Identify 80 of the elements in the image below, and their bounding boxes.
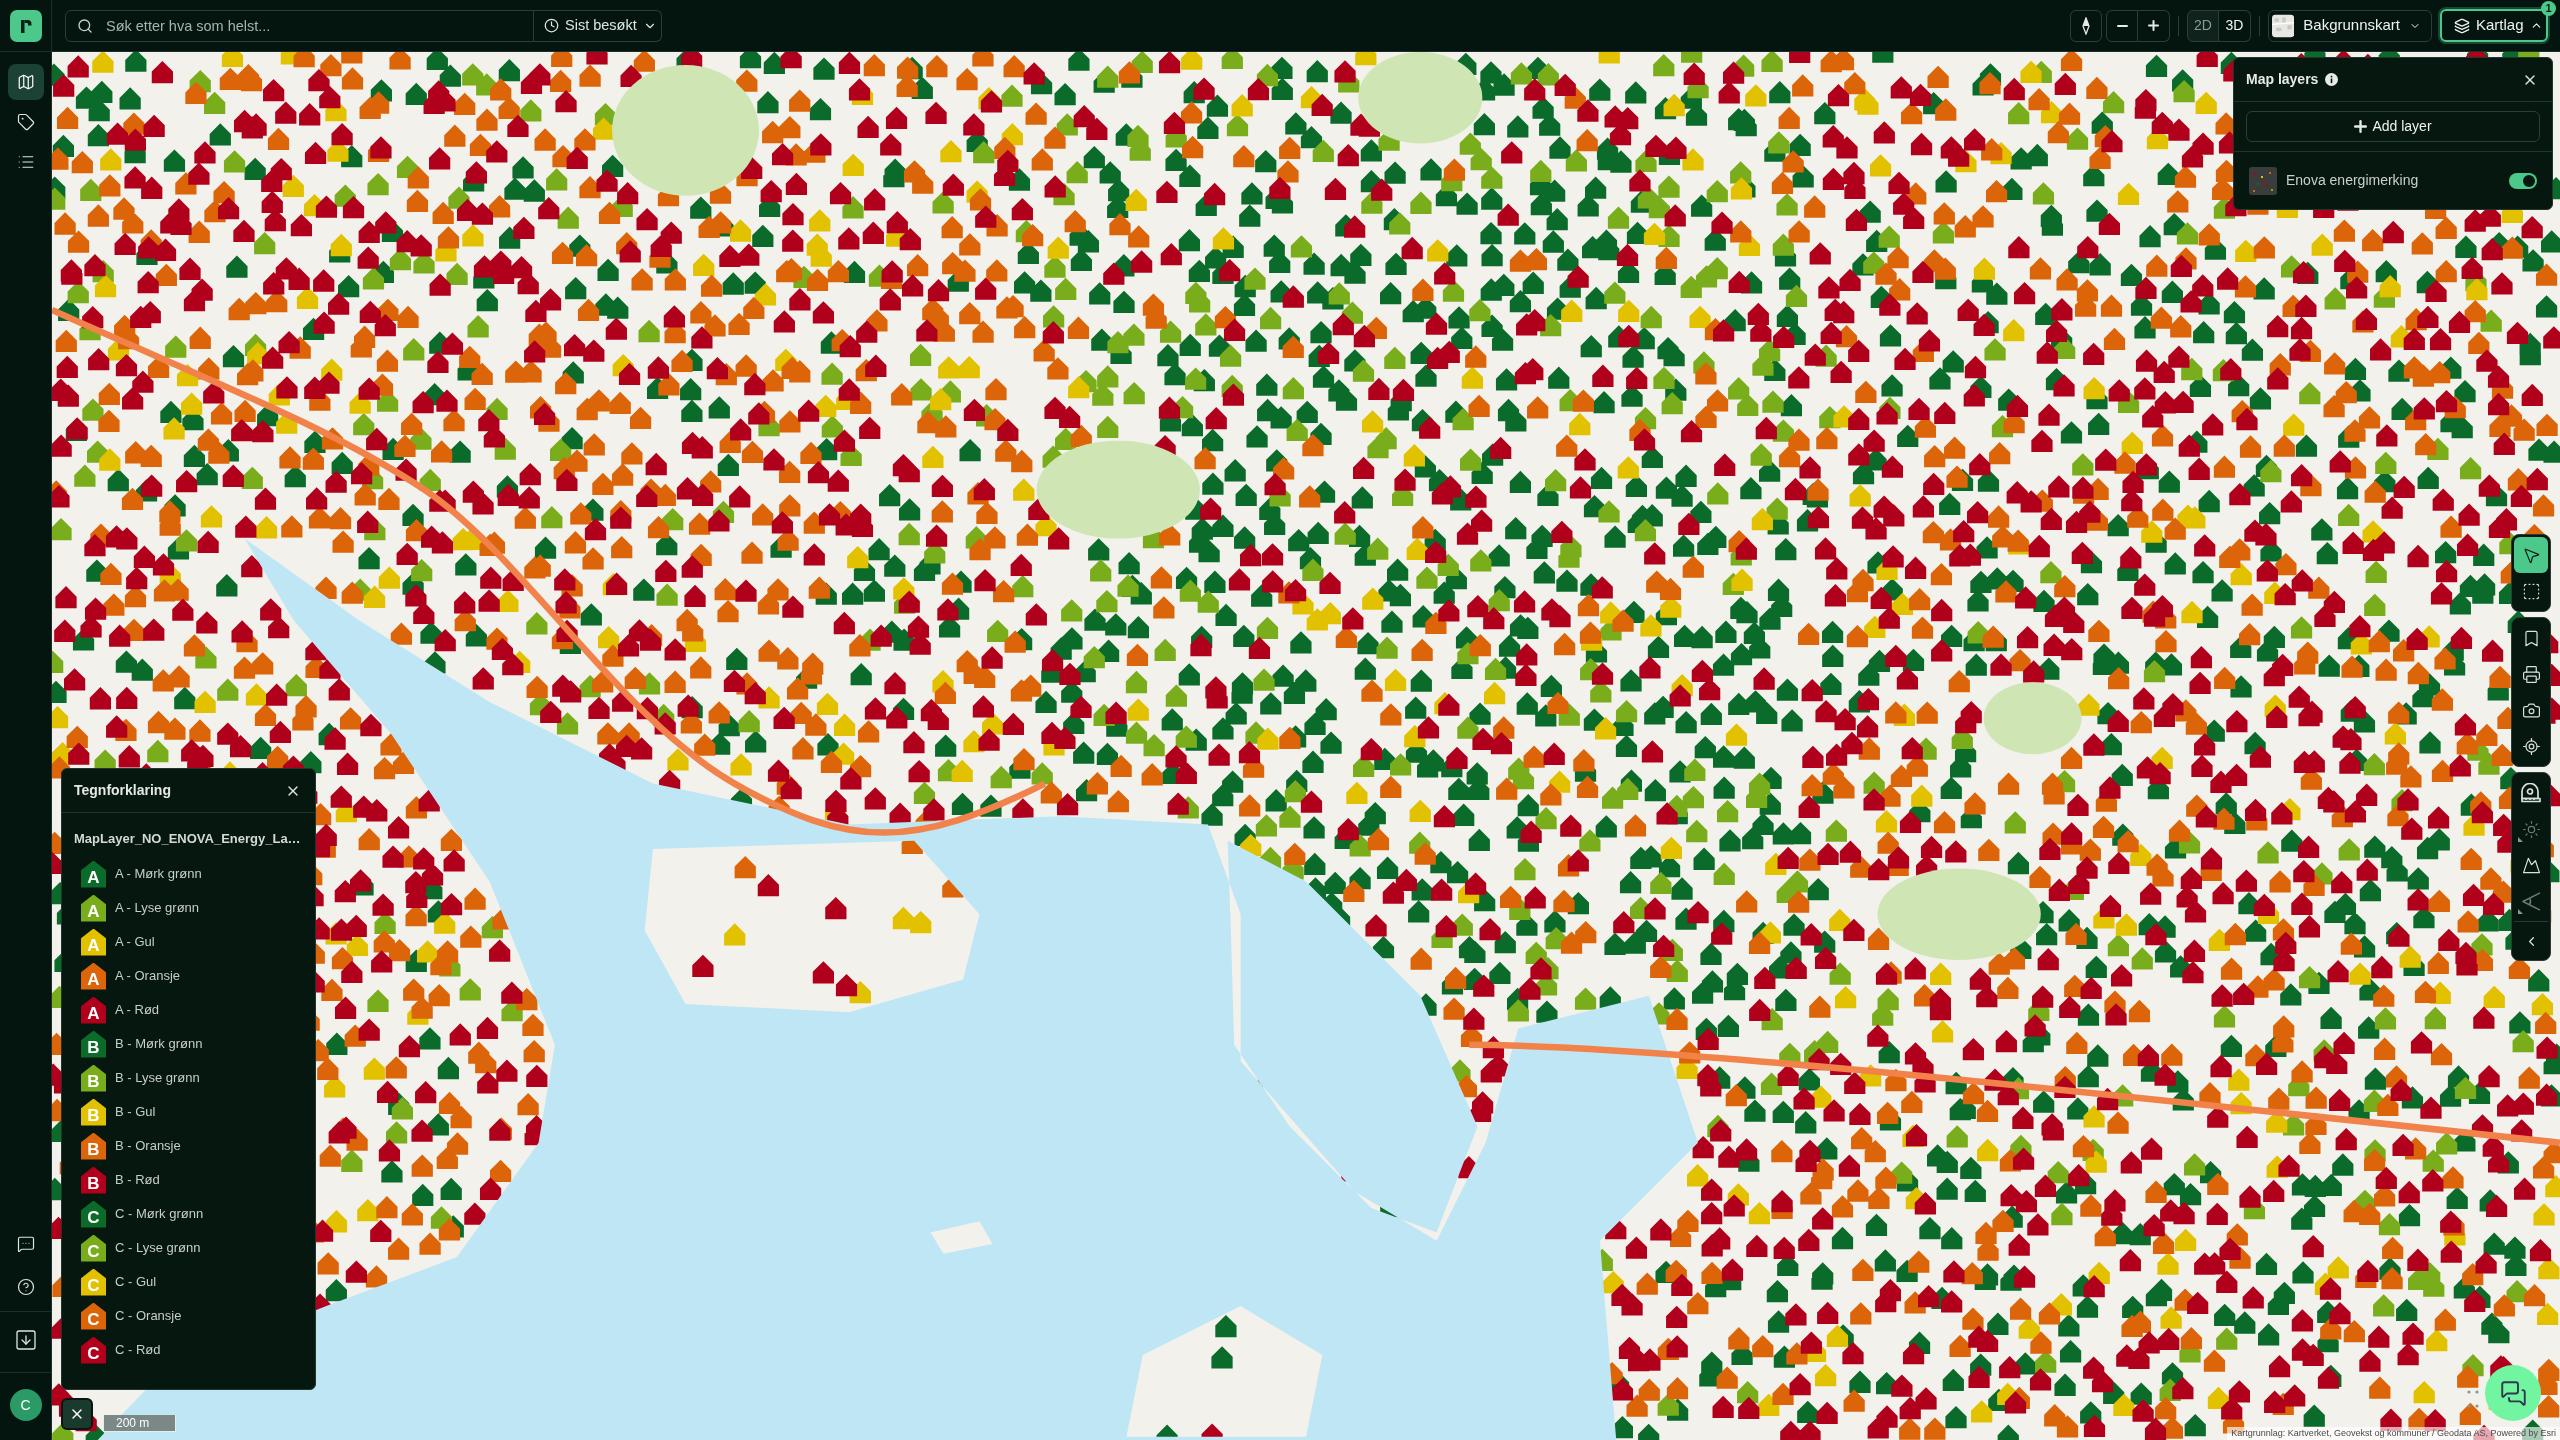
energy-label-marker: B xyxy=(81,1030,106,1058)
energy-label-marker: B xyxy=(81,1132,106,1160)
legend-label: C - Oransje xyxy=(115,1307,182,1326)
energy-label-marker: A xyxy=(81,894,106,922)
printer-icon xyxy=(2521,664,2541,684)
energy-label-marker: C xyxy=(81,1336,106,1364)
legend-label: C - Mørk grønn xyxy=(115,1205,204,1224)
message-icon xyxy=(16,1235,35,1253)
info-icon[interactable] xyxy=(2325,73,2339,86)
legend-layer-name: MapLayer_NO_ENOVA_Energy_La… xyxy=(74,831,301,847)
drag-handle-icon[interactable] xyxy=(2467,1390,2479,1408)
legend-label: A - Oransje xyxy=(115,967,181,986)
plus-icon xyxy=(2354,120,2368,133)
tag-icon xyxy=(16,113,35,131)
dashed-square-icon xyxy=(2521,581,2541,601)
map-thumbnail-icon xyxy=(2272,12,2295,39)
zoom-in-button[interactable] xyxy=(2138,9,2170,42)
energy-label-marker: A xyxy=(81,860,106,888)
compass-needle-icon xyxy=(2080,16,2092,35)
square-arrow-down-icon xyxy=(13,1328,38,1352)
energy-label-marker: A xyxy=(81,928,106,956)
legend-label: B - Gul xyxy=(115,1103,156,1122)
energy-label-marker: B xyxy=(81,1098,106,1126)
energy-label-marker: B xyxy=(81,1166,106,1194)
energy-label-marker: A xyxy=(81,962,106,990)
view-mode-tab[interactable]: 3D xyxy=(2219,9,2251,42)
legend-label: C - Gul xyxy=(115,1273,157,1292)
zoom-out-button[interactable] xyxy=(2106,9,2138,42)
tape-measure-icon xyxy=(2521,783,2541,803)
search-icon xyxy=(77,17,93,34)
plus-icon xyxy=(2148,20,2159,31)
help-icon xyxy=(16,1278,35,1296)
layer-count-badge: 1 xyxy=(2541,1,2556,16)
energy-label-marker: C xyxy=(81,1302,106,1330)
energy-label-marker: B xyxy=(81,1064,106,1092)
layers-button[interactable]: Kartlag xyxy=(2440,9,2548,42)
clock-icon xyxy=(544,18,559,33)
view-mode-tab[interactable]: 2D xyxy=(2187,9,2219,42)
legend-label: C - Lyse grønn xyxy=(115,1239,201,1258)
add-layer-button[interactable]: Add layer xyxy=(2246,111,2540,142)
target-icon xyxy=(2521,736,2541,756)
pointer-tool-button[interactable] xyxy=(2514,537,2548,573)
recent-button[interactable]: Sist besøkt xyxy=(534,9,662,42)
legend-label: C - Rød xyxy=(115,1341,161,1360)
layers-icon xyxy=(2454,17,2470,34)
legend-label: A - Gul xyxy=(115,933,155,952)
logo-icon[interactable] xyxy=(9,9,42,42)
chat-bubbles-icon xyxy=(2499,1379,2527,1407)
attribution-text: Kartgrunnlag: Kartverket, Geovekst og kommuner / Geodata AS, Powered by Esri xyxy=(2227,1427,2560,1440)
layer-name: Enova energimerking xyxy=(2286,171,2419,190)
layer-thumbnail-icon xyxy=(2249,166,2277,195)
flyout-indicator-icon xyxy=(2518,909,2523,914)
flyout-indicator-icon xyxy=(2518,837,2523,842)
layer-toggle[interactable] xyxy=(2509,172,2537,189)
legend-title: Tegnforklaring xyxy=(74,781,171,800)
angle-icon xyxy=(2521,891,2541,911)
legend-label: B - Mørk grønn xyxy=(115,1035,203,1054)
map-icon xyxy=(16,73,35,91)
minus-icon xyxy=(2116,24,2128,27)
legend-label: A - Rød xyxy=(115,1001,160,1020)
panel-title: Map layers xyxy=(2246,70,2319,89)
mountain-icon xyxy=(2521,855,2541,875)
search-field[interactable]: Søk etter hva som helst... xyxy=(65,9,534,42)
legend-label: A - Lyse grønn xyxy=(115,899,200,918)
list-icon xyxy=(16,153,35,171)
map-nav-button[interactable] xyxy=(7,64,44,100)
energy-label-marker: C xyxy=(81,1268,106,1296)
basemap-dropdown[interactable]: Bakgrunnskart xyxy=(2268,9,2432,42)
legend-label: A - Mørk grønn xyxy=(115,865,202,884)
energy-label-marker: A xyxy=(81,996,106,1024)
legend-label: B - Rød xyxy=(115,1171,160,1190)
compass-button[interactable] xyxy=(2070,9,2102,42)
close-legend-button[interactable] xyxy=(61,1398,93,1430)
scale-bar: 200 m xyxy=(103,1415,176,1432)
legend-label: B - Lyse grønn xyxy=(115,1069,200,1088)
energy-label-marker: C xyxy=(81,1200,106,1228)
user-avatar[interactable]: C xyxy=(9,1389,42,1421)
energy-label-marker: C xyxy=(81,1234,106,1262)
legend-label: B - Oransje xyxy=(115,1137,181,1156)
sun-icon xyxy=(2521,819,2541,839)
